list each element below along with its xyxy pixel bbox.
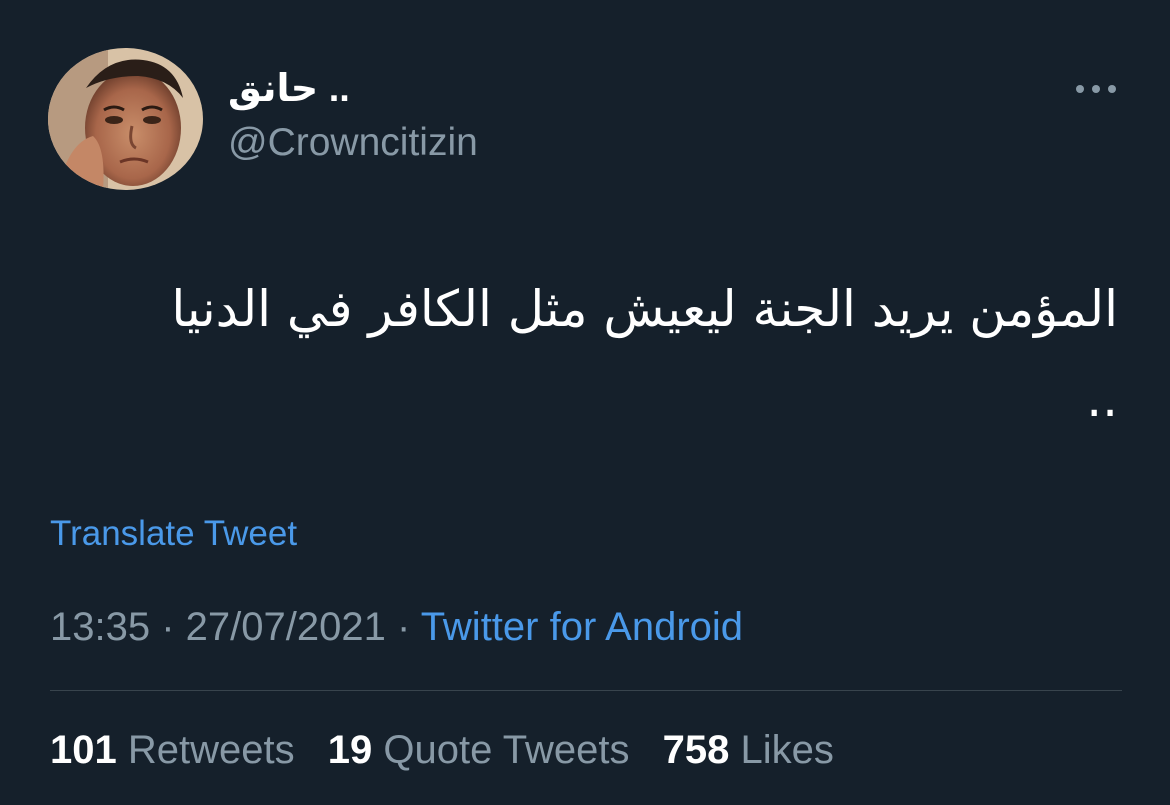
meta-separator: · bbox=[150, 605, 186, 649]
user-handle[interactable]: @Crowncitizin bbox=[228, 120, 478, 166]
quote-tweets-stat[interactable]: 19 Quote Tweets bbox=[328, 726, 630, 774]
avatar[interactable] bbox=[48, 48, 203, 190]
quote-tweets-label: Quote Tweets bbox=[383, 728, 630, 772]
meta-separator: · bbox=[385, 605, 421, 649]
retweets-count: 101 bbox=[50, 728, 117, 772]
tweet-time[interactable]: 13:35 bbox=[50, 605, 150, 649]
likes-count: 758 bbox=[662, 728, 730, 772]
tweet-detail: حانق .. @Crowncitizin المؤمن يريد الجنة … bbox=[0, 0, 1170, 805]
tweet-source-link[interactable]: Twitter for Android bbox=[421, 605, 743, 649]
display-name[interactable]: حانق .. bbox=[228, 66, 528, 112]
tweet-date[interactable]: 27/07/2021 bbox=[186, 605, 386, 649]
engagement-stats: 101 Retweets 19 Quote Tweets 758 Likes bbox=[50, 726, 856, 774]
retweets-stat[interactable]: 101 Retweets bbox=[50, 726, 295, 774]
tweet-text: المؤمن يريد الجنة ليعيش مثل الكافر في ال… bbox=[171, 280, 1118, 428]
quote-tweets-count: 19 bbox=[327, 728, 373, 772]
more-options-button[interactable] bbox=[1070, 72, 1122, 106]
tweet-metadata: 13:35 · 27/07/2021 · Twitter for Android bbox=[50, 603, 743, 651]
divider bbox=[50, 690, 1122, 691]
likes-label: Likes bbox=[740, 728, 834, 772]
user-avatar-photo bbox=[48, 48, 203, 190]
likes-stat[interactable]: 758 Likes bbox=[663, 726, 834, 774]
more-options-icon bbox=[1076, 85, 1116, 93]
translate-tweet-link[interactable]: Translate Tweet bbox=[50, 512, 297, 556]
retweets-label: Retweets bbox=[127, 728, 295, 772]
